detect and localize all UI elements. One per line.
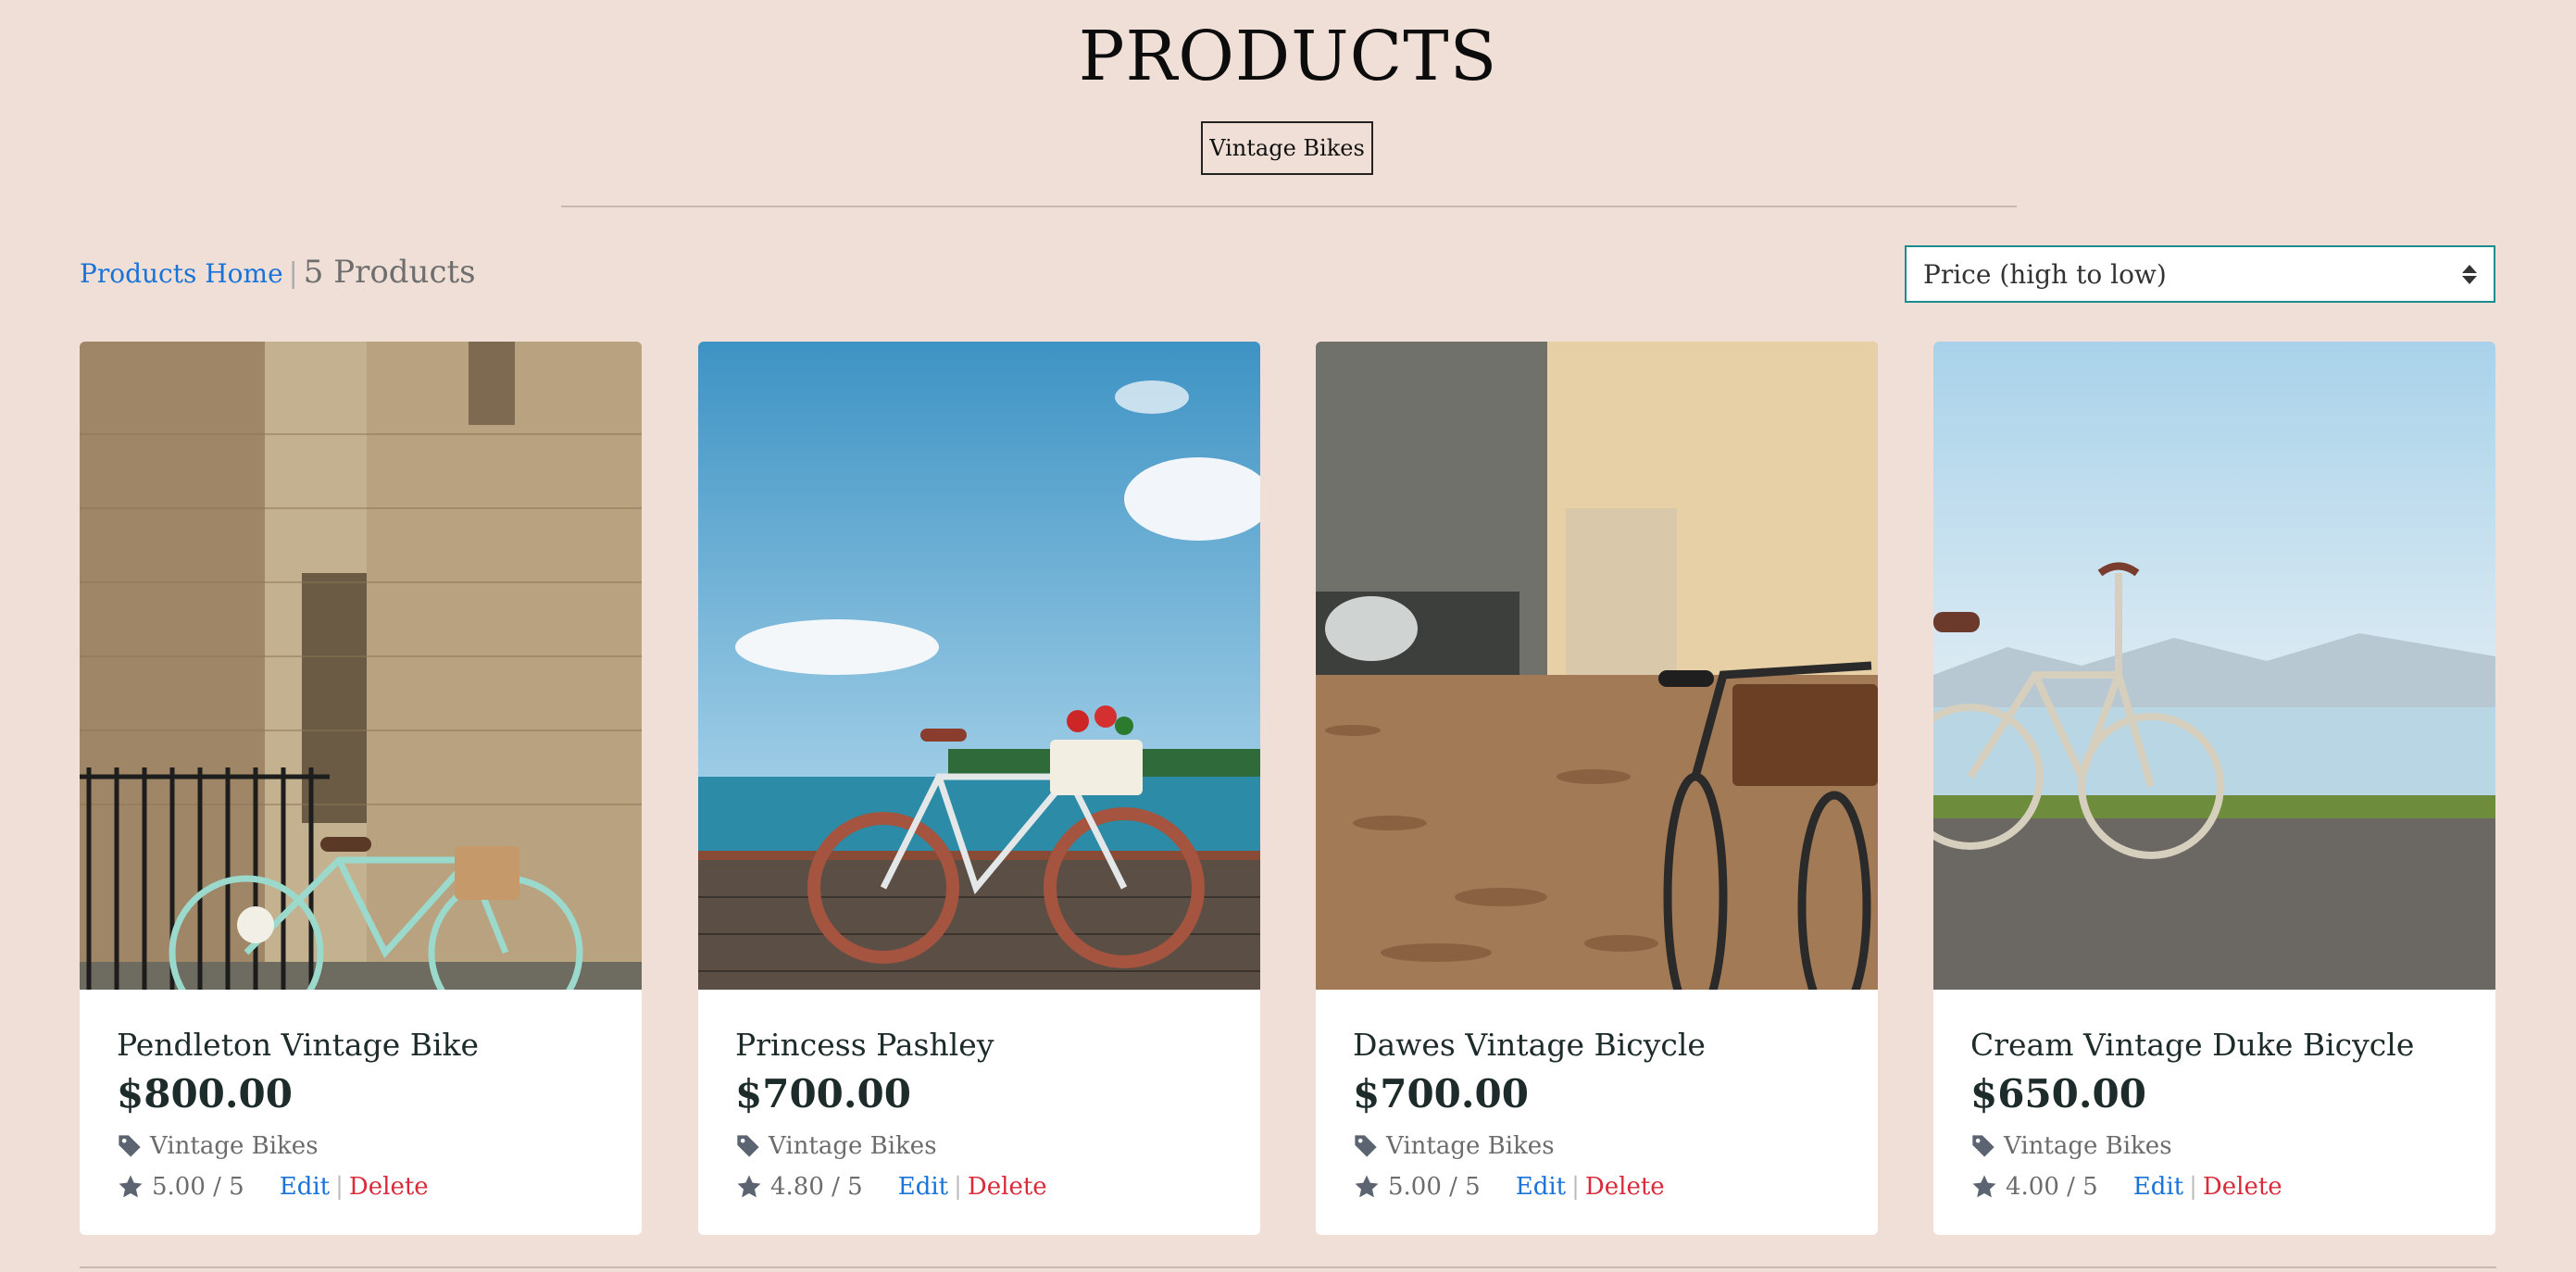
product-card: Cream Vintage Duke Bicycle $650.00 Vinta… [1933,342,2495,1235]
products-home-link[interactable]: Products Home [80,258,283,289]
star-icon [1972,1175,1996,1198]
tag-icon [119,1135,141,1157]
footer-divider [80,1266,2496,1268]
delete-link[interactable]: Delete [968,1173,1047,1201]
tag-icon [1355,1135,1377,1157]
product-rating: 4.00 / 5 [2006,1172,2098,1201]
product-rating: 5.00 / 5 [152,1172,244,1201]
product-price: $700.00 [735,1070,911,1116]
product-category: Vintage Bikes [1386,1131,1555,1160]
sort-select[interactable]: Price (high to low) [1905,245,2495,303]
product-name[interactable]: Princess Pashley [735,1027,1232,1064]
product-count: 5 Products [303,254,476,291]
product-price: $650.00 [1970,1070,2146,1116]
action-separator: | [2189,1172,2197,1201]
tag-icon [737,1135,759,1157]
sort-arrows-icon [2462,264,2477,284]
edit-link[interactable]: Edit [898,1173,948,1201]
delete-link[interactable]: Delete [2203,1173,2282,1201]
product-card: Princess Pashley $700.00 Vintage Bikes 4… [698,342,1260,1235]
product-name[interactable]: Dawes Vintage Bicycle [1353,1027,1850,1064]
product-category: Vintage Bikes [769,1131,937,1160]
product-image[interactable] [1933,342,2495,990]
star-icon [737,1175,761,1198]
product-card: Dawes Vintage Bicycle $700.00 Vintage Bi… [1316,342,1878,1235]
page-title: PRODUCTS [1078,17,1498,96]
edit-link[interactable]: Edit [280,1173,330,1201]
product-category: Vintage Bikes [2004,1131,2172,1160]
product-price: $700.00 [1353,1070,1529,1116]
header-divider [561,206,2017,207]
product-name[interactable]: Cream Vintage Duke Bicycle [1970,1027,2468,1064]
product-category: Vintage Bikes [150,1131,319,1160]
star-icon [1355,1175,1379,1198]
product-name[interactable]: Pendleton Vintage Bike [117,1027,614,1064]
action-separator: | [335,1172,344,1201]
product-card: Pendleton Vintage Bike $800.00 Vintage B… [80,342,642,1235]
category-filter-button[interactable]: Vintage Bikes [1201,121,1373,175]
breadcrumb-separator: | [288,257,298,290]
product-image[interactable] [80,342,642,990]
delete-link[interactable]: Delete [349,1173,429,1201]
edit-link[interactable]: Edit [1516,1173,1566,1201]
product-rating: 5.00 / 5 [1388,1172,1481,1201]
sort-selected-value: Price (high to low) [1923,258,2167,290]
tag-icon [1972,1135,1995,1157]
star-icon [119,1175,143,1198]
product-image[interactable] [698,342,1260,990]
product-price: $800.00 [117,1070,293,1116]
delete-link[interactable]: Delete [1585,1173,1665,1201]
edit-link[interactable]: Edit [2133,1173,2183,1201]
product-image[interactable] [1316,342,1878,990]
action-separator: | [1571,1172,1580,1201]
breadcrumb: Products Home | 5 Products [80,254,476,291]
product-rating: 4.80 / 5 [770,1172,863,1201]
action-separator: | [954,1172,962,1201]
